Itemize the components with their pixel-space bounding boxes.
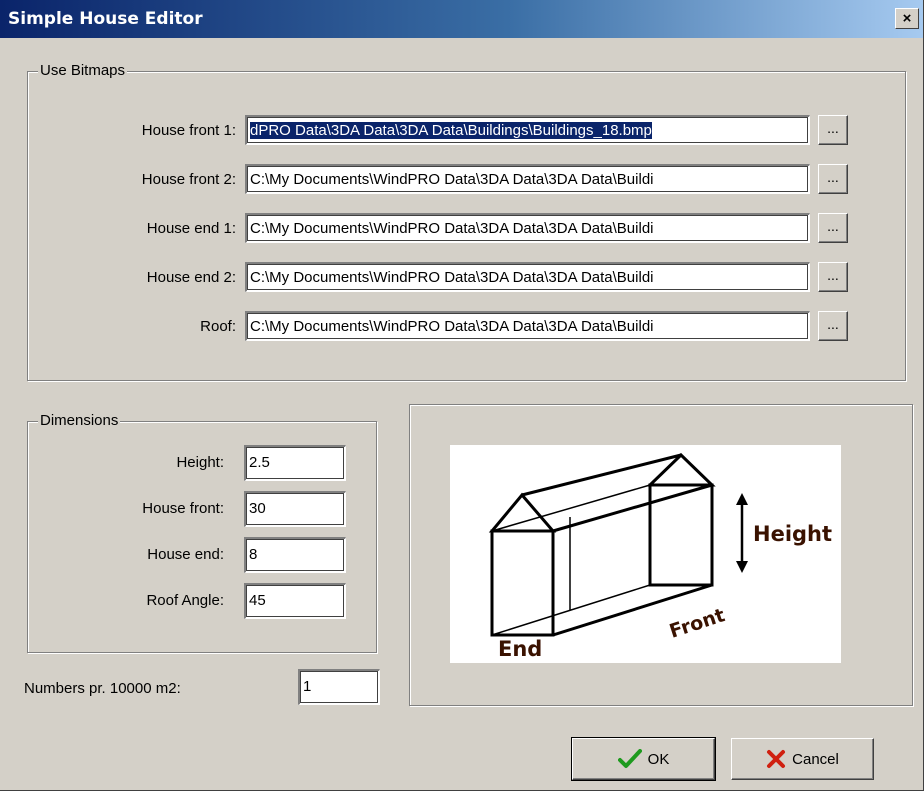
use-bitmaps-group: Use Bitmaps House front 1: dPRO Data\3DA… (27, 62, 906, 381)
ok-button[interactable]: OK (571, 737, 716, 781)
house-front-1-browse-button[interactable]: ... (818, 115, 848, 145)
checkmark-icon (617, 749, 642, 769)
roof-angle-label: Roof Angle: (146, 592, 224, 609)
front-diagram-label: Front (667, 604, 728, 642)
roof-angle-input[interactable]: 45 (244, 583, 346, 619)
window-title: Simple House Editor (8, 9, 203, 29)
numbers-per-area-label: Numbers pr. 10000 m2: (24, 680, 181, 697)
dialog-window: Simple House Editor × Use Bitmaps House … (0, 0, 924, 791)
house-end-1-label: House end 1: (146, 220, 236, 237)
close-button[interactable]: × (895, 8, 919, 29)
height-input[interactable]: 2.5 (244, 445, 346, 481)
height-label: Height: (176, 454, 224, 471)
cancel-button[interactable]: Cancel (731, 738, 874, 780)
house-end-1-browse-button[interactable]: ... (818, 213, 848, 243)
roof-browse-button[interactable]: ... (818, 311, 848, 341)
roof-input[interactable]: C:\My Documents\WindPRO Data\3DA Data\3D… (245, 311, 810, 341)
cancel-label: Cancel (792, 750, 839, 768)
house-end-label: House end: (147, 546, 224, 563)
left-end-face (490, 529, 555, 637)
end-diagram-label: End (498, 637, 542, 661)
house-diagram-svg: Height Front End (488, 452, 832, 661)
house-front-1-label: House front 1: (141, 122, 236, 139)
house-front-1-input[interactable]: dPRO Data\3DA Data\3DA Data\Buildings\Bu… (245, 115, 810, 145)
cancel-x-icon (766, 749, 786, 769)
close-icon: × (902, 10, 912, 27)
house-front-2-browse-button[interactable]: ... (818, 164, 848, 194)
numbers-per-area-input[interactable]: 1 (298, 669, 380, 705)
house-front-input[interactable]: 30 (244, 491, 346, 527)
house-diagram: Height Front End (450, 445, 841, 663)
house-end-2-input[interactable]: C:\My Documents\WindPRO Data\3DA Data\3D… (245, 262, 810, 292)
height-diagram-label: Height (753, 522, 832, 546)
house-front-2-label: House front 2: (141, 171, 236, 188)
ok-label: OK (647, 750, 670, 768)
house-end-2-label: House end 2: (146, 269, 236, 286)
house-front-2-input[interactable]: C:\My Documents\WindPRO Data\3DA Data\3D… (245, 164, 810, 194)
left-gable (488, 492, 557, 533)
height-arrow-icon (736, 493, 748, 573)
house-front-label: House front: (142, 500, 224, 517)
use-bitmaps-label: Use Bitmaps (38, 62, 128, 79)
dimensions-label: Dimensions (38, 412, 121, 429)
house-end-input[interactable]: 8 (244, 537, 346, 573)
house-end-2-browse-button[interactable]: ... (818, 262, 848, 292)
roof-label: Roof: (200, 318, 236, 335)
title-bar[interactable]: Simple House Editor × (0, 0, 923, 38)
house-diagram-panel: Height Front End (409, 404, 913, 706)
house-end-1-input[interactable]: C:\My Documents\WindPRO Data\3DA Data\3D… (245, 213, 810, 243)
dimensions-group: Dimensions Height: 2.5 House front: 30 H… (27, 412, 377, 653)
